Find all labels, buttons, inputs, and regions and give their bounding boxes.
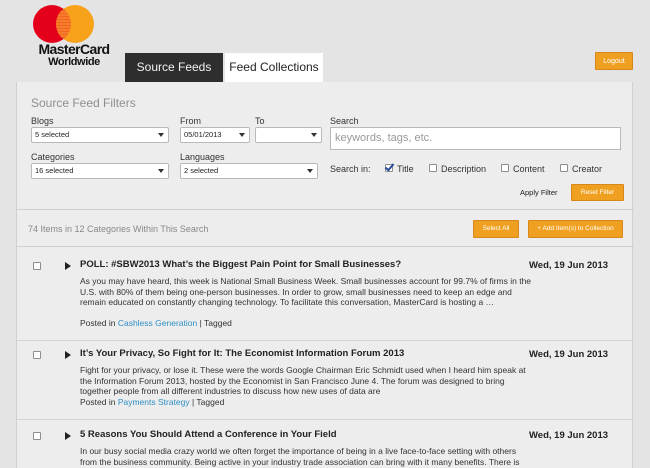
- reset-filter-button[interactable]: Reset Filter: [571, 184, 624, 201]
- feed-item-checkbox[interactable]: [33, 351, 41, 359]
- category-link[interactable]: Cashless Generation: [118, 318, 197, 328]
- blogs-label: Blogs: [31, 116, 54, 126]
- feed-item-title[interactable]: 5 Reasons You Should Attend a Conference…: [80, 429, 337, 440]
- search-in-content-checkbox[interactable]: [501, 164, 509, 172]
- logout-button[interactable]: Logout: [595, 52, 633, 70]
- tagged-label: | Tagged: [192, 397, 225, 407]
- divider: [17, 246, 634, 247]
- languages-select[interactable]: 2 selected: [180, 163, 318, 179]
- feed-item: POLL: #SBW2013 What’s the Biggest Pain P…: [17, 259, 634, 343]
- posted-in-label: Posted in: [80, 318, 116, 328]
- feed-item-summary: As you may have heard, this week is Nati…: [80, 276, 532, 307]
- feed-item-checkbox[interactable]: [33, 262, 41, 270]
- feed-item: It’s Your Privacy, So Fight for It: The …: [17, 348, 634, 432]
- from-date-select[interactable]: 05/01/2013: [180, 127, 250, 143]
- from-label: From: [180, 116, 201, 126]
- item-separator: [17, 340, 634, 341]
- add-to-collection-button[interactable]: + Add Item(s) to Collection: [528, 220, 623, 238]
- languages-label: Languages: [180, 152, 225, 162]
- main-panel: Source Feed Filters Blogs 5 selected Fro…: [16, 82, 634, 468]
- categories-select-value: 16 selected: [35, 166, 74, 175]
- select-all-button[interactable]: Select All: [473, 220, 519, 238]
- results-summary: 74 Items in 12 Categories Within This Se…: [28, 224, 209, 234]
- brand-name: MasterCard: [38, 41, 110, 57]
- feed-item-checkbox[interactable]: [33, 432, 41, 440]
- feed-item-meta: Posted in Payments Strategy | Tagged: [80, 397, 224, 407]
- expand-triangle-icon[interactable]: [65, 351, 71, 359]
- chevron-down-icon: [307, 169, 313, 173]
- tagged-label: | Tagged: [199, 318, 232, 328]
- chevron-down-icon: [311, 133, 317, 137]
- feed-item-summary: Fight for your privacy, or lose it. Thes…: [80, 365, 526, 396]
- tab-feed-collections[interactable]: Feed Collections: [225, 53, 323, 82]
- to-date-select[interactable]: [255, 127, 322, 143]
- search-in-title-checkbox[interactable]: [385, 164, 393, 172]
- header: MasterCard Worldwide Source Feeds Feed C…: [0, 0, 650, 82]
- search-in-content-label: Content: [513, 164, 545, 174]
- from-date-value: 05/01/2013: [184, 130, 222, 139]
- category-link[interactable]: Payments Strategy: [118, 397, 190, 407]
- feed-item-summary: In our busy social media crazy world we …: [80, 446, 520, 468]
- search-in-creator-label: Creator: [572, 164, 603, 174]
- search-input[interactable]: keywords, tags, etc.: [330, 127, 621, 150]
- feed-item-date: Wed, 19 Jun 2013: [529, 260, 609, 271]
- categories-label: Categories: [31, 152, 75, 162]
- blogs-select-value: 5 selected: [35, 130, 70, 139]
- mastercard-logo[interactable]: MasterCard Worldwide: [24, 4, 110, 68]
- mastercard-circles-icon: [33, 5, 94, 43]
- tab-source-feeds[interactable]: Source Feeds: [125, 53, 223, 82]
- chevron-down-icon: [239, 133, 245, 137]
- expand-triangle-icon[interactable]: [65, 262, 71, 270]
- search-in-creator-checkbox[interactable]: [560, 164, 568, 172]
- apply-filter-button[interactable]: Apply Filter: [520, 188, 558, 197]
- posted-in-label: Posted in: [80, 397, 116, 407]
- chevron-down-icon: [158, 133, 164, 137]
- feed-item-date: Wed, 19 Jun 2013: [529, 349, 609, 360]
- feed-item-date: Wed, 19 Jun 2013: [529, 430, 609, 441]
- languages-select-value: 2 selected: [184, 166, 219, 175]
- brand-subname: Worldwide: [48, 56, 100, 68]
- divider: [17, 209, 634, 210]
- feed-item: 5 Reasons You Should Attend a Conference…: [17, 429, 634, 468]
- item-separator: [17, 419, 634, 420]
- feed-item-title[interactable]: It’s Your Privacy, So Fight for It: The …: [80, 348, 404, 359]
- search-in-title-label: Title: [397, 164, 414, 174]
- to-label: To: [255, 116, 265, 126]
- feed-item-title[interactable]: POLL: #SBW2013 What’s the Biggest Pain P…: [80, 259, 401, 270]
- search-in-description-checkbox[interactable]: [429, 164, 437, 172]
- categories-select[interactable]: 16 selected: [31, 163, 169, 179]
- search-label: Search: [330, 116, 359, 126]
- filters-title: Source Feed Filters: [31, 96, 136, 110]
- expand-triangle-icon[interactable]: [65, 432, 71, 440]
- chevron-down-icon: [158, 169, 164, 173]
- search-in-label: Search in:: [330, 164, 371, 174]
- blogs-select[interactable]: 5 selected: [31, 127, 169, 143]
- search-in-description-label: Description: [441, 164, 487, 174]
- feed-item-meta: Posted in Cashless Generation | Tagged: [80, 318, 232, 328]
